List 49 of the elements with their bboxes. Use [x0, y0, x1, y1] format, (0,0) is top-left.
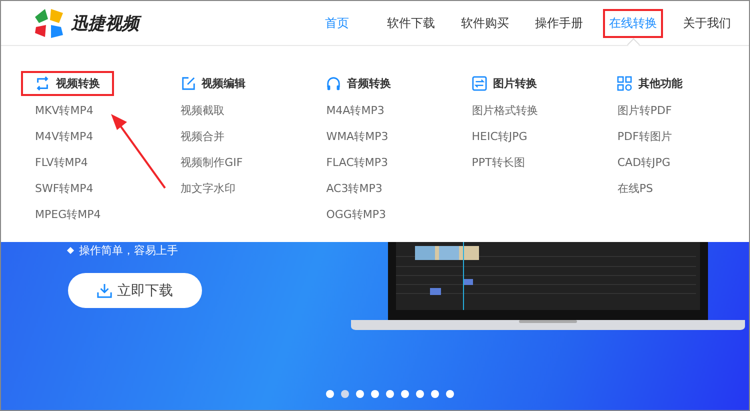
- menu-link[interactable]: CAD转JPG: [603, 150, 670, 176]
- menu-link[interactable]: M4V转MP4: [21, 124, 94, 150]
- carousel-dot[interactable]: [431, 390, 439, 398]
- download-button[interactable]: 立即下载: [68, 273, 202, 308]
- carousel-dot[interactable]: [386, 390, 394, 398]
- nav-link[interactable]: 软件购买: [455, 8, 515, 38]
- menu-link[interactable]: FLV转MP4: [21, 150, 88, 176]
- menu-link[interactable]: 视频制作GIF: [166, 150, 243, 176]
- menu-link[interactable]: 在线PS: [603, 176, 653, 202]
- nav-link[interactable]: 操作手册: [529, 8, 589, 38]
- menu-heading[interactable]: 音频转换: [312, 71, 406, 96]
- exchange-icon: [472, 76, 487, 91]
- menu-link[interactable]: WMA转MP3: [312, 124, 388, 150]
- menu-link[interactable]: M4A转MP3: [312, 98, 384, 124]
- nav-link[interactable]: 软件下载: [381, 8, 441, 38]
- menu-link[interactable]: 视频截取: [166, 98, 225, 124]
- bullet-icon: [66, 246, 74, 254]
- menu-link[interactable]: 图片转PDF: [603, 98, 672, 124]
- edit-icon: [180, 76, 196, 91]
- menu-link[interactable]: SWF转MP4: [21, 176, 94, 202]
- menu-heading[interactable]: 视频转换: [21, 71, 114, 96]
- carousel-dot[interactable]: [401, 390, 409, 398]
- menu-heading[interactable]: 视频编辑: [166, 71, 260, 96]
- menu-heading[interactable]: 其他功能: [603, 71, 696, 96]
- menu-link[interactable]: MPEG转MP4: [21, 202, 101, 228]
- carousel-dot[interactable]: [371, 390, 379, 398]
- download-icon: [97, 283, 112, 298]
- menu-link[interactable]: 视频合并: [166, 124, 225, 150]
- grid-icon: [617, 76, 632, 91]
- menu-link[interactable]: 图片格式转换: [458, 98, 538, 124]
- menu-link[interactable]: OGG转MP3: [312, 202, 386, 228]
- headphones-icon: [326, 76, 342, 91]
- menu-link[interactable]: FLAC转MP3: [312, 150, 388, 176]
- carousel-dot[interactable]: [356, 390, 364, 398]
- menu-heading[interactable]: 图片转换: [458, 71, 551, 96]
- swap-arrows-icon: [35, 76, 50, 91]
- feature-bullet: 操作简单，容易上手: [79, 243, 178, 258]
- carousel-dot[interactable]: [416, 390, 424, 398]
- menu-link[interactable]: HEIC转JPG: [458, 124, 528, 150]
- menu-link[interactable]: AC3转MP3: [312, 176, 382, 202]
- nav-link[interactable]: 关于我们: [677, 8, 737, 38]
- carousel-dot[interactable]: [326, 390, 334, 398]
- menu-link[interactable]: PDF转图片: [603, 124, 672, 150]
- menu-link[interactable]: MKV转MP4: [21, 98, 94, 124]
- carousel-dot[interactable]: [341, 390, 349, 398]
- menu-link[interactable]: PPT转长图: [458, 150, 525, 176]
- nav-link[interactable]: 首页: [319, 8, 355, 38]
- menu-link[interactable]: 加文字水印: [166, 176, 236, 202]
- carousel-dot[interactable]: [446, 390, 454, 398]
